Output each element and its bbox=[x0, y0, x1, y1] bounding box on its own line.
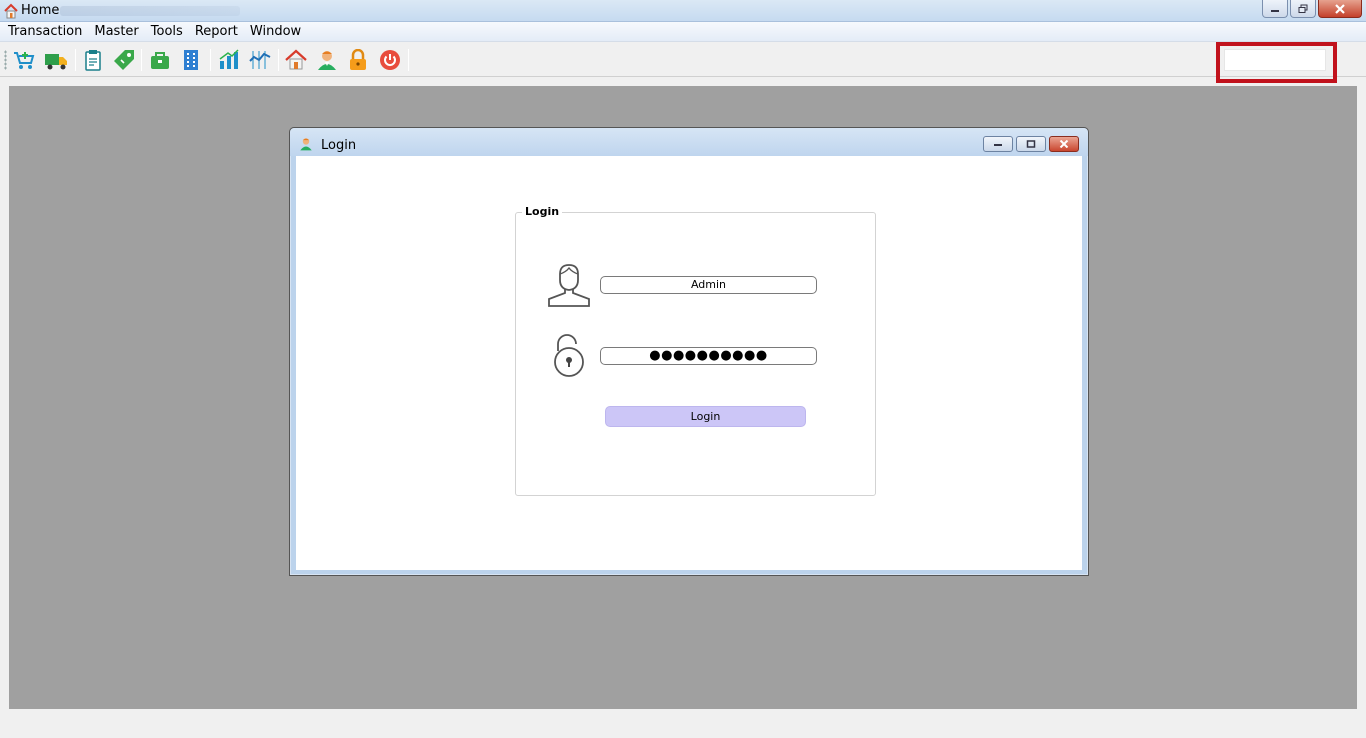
home-app-icon bbox=[3, 3, 19, 19]
close-icon bbox=[1059, 140, 1069, 148]
login-window-titlebar[interactable]: Login bbox=[290, 128, 1088, 156]
minimize-button[interactable] bbox=[1262, 0, 1288, 18]
login-window: Login Login Admin ●●●●●●●●●● Login bbox=[289, 127, 1089, 576]
user-icon bbox=[318, 51, 336, 70]
toolbar bbox=[0, 43, 1366, 77]
main-titlebar: Home bbox=[0, 0, 1366, 22]
close-icon bbox=[1335, 3, 1345, 14]
bar-chart-icon bbox=[219, 49, 239, 69]
building-icon bbox=[184, 50, 198, 70]
home-button[interactable] bbox=[284, 48, 308, 72]
tag-icon bbox=[114, 50, 134, 70]
lock-button[interactable] bbox=[346, 48, 370, 72]
toolbar-separator bbox=[141, 49, 142, 71]
login-window-title: Login bbox=[321, 138, 357, 153]
clipboard-icon bbox=[85, 50, 101, 71]
highlight-box bbox=[1216, 42, 1337, 83]
login-close-button[interactable] bbox=[1049, 136, 1079, 152]
login-group-label: Login bbox=[522, 205, 563, 218]
login-groupbox: Login Admin ●●●●●●●●●● Login bbox=[515, 205, 876, 496]
building-button[interactable] bbox=[179, 48, 203, 72]
toolbar-separator bbox=[210, 49, 211, 71]
cart-icon bbox=[14, 52, 35, 69]
menu-window[interactable]: Window bbox=[244, 22, 307, 41]
menu-transaction[interactable]: Transaction bbox=[2, 22, 88, 41]
briefcase-button[interactable] bbox=[148, 48, 172, 72]
line-chart-icon bbox=[249, 51, 271, 69]
window-controls bbox=[1262, 0, 1362, 18]
lock-icon bbox=[350, 49, 366, 70]
menu-master[interactable]: Master bbox=[88, 22, 144, 41]
briefcase-icon bbox=[151, 52, 169, 69]
maximize-icon bbox=[1026, 140, 1036, 148]
menu-tools[interactable]: Tools bbox=[145, 22, 189, 41]
power-icon bbox=[380, 50, 400, 70]
toolbar-separator bbox=[278, 49, 279, 71]
minimize-icon bbox=[994, 144, 1002, 146]
close-button[interactable] bbox=[1318, 0, 1362, 18]
login-window-client: Login Admin ●●●●●●●●●● Login bbox=[296, 156, 1082, 570]
toolbar-separator bbox=[75, 49, 76, 71]
tag-button[interactable] bbox=[112, 48, 136, 72]
toolbar-separator bbox=[408, 49, 409, 71]
toolbar-grip[interactable] bbox=[4, 50, 7, 70]
bar-chart-button[interactable] bbox=[217, 48, 241, 72]
line-chart-button[interactable] bbox=[248, 48, 272, 72]
minimize-icon bbox=[1271, 9, 1279, 12]
menu-bar: Transaction Master Tools Report Window bbox=[0, 22, 1366, 42]
user-outline-icon bbox=[546, 262, 592, 311]
password-field[interactable]: ●●●●●●●●●● bbox=[600, 347, 817, 365]
clipboard-button[interactable] bbox=[81, 48, 105, 72]
truck-button[interactable] bbox=[44, 48, 68, 72]
restore-button[interactable] bbox=[1290, 0, 1316, 18]
username-field[interactable]: Admin bbox=[600, 276, 817, 294]
login-button-label: Login bbox=[690, 410, 721, 423]
login-button[interactable]: Login bbox=[605, 406, 806, 427]
menu-report[interactable]: Report bbox=[189, 22, 244, 41]
window-title: Home bbox=[21, 3, 60, 18]
cart-button[interactable] bbox=[12, 48, 36, 72]
restore-icon bbox=[1298, 4, 1308, 13]
power-button[interactable] bbox=[378, 48, 402, 72]
padlock-outline-icon bbox=[552, 333, 586, 382]
blurred-title-text bbox=[60, 6, 240, 16]
login-maximize-button[interactable] bbox=[1016, 136, 1046, 152]
login-minimize-button[interactable] bbox=[983, 136, 1013, 152]
login-window-controls bbox=[983, 136, 1079, 152]
user-button[interactable] bbox=[315, 48, 339, 72]
login-user-icon bbox=[299, 137, 313, 154]
home-icon bbox=[285, 49, 307, 70]
truck-icon bbox=[45, 54, 67, 70]
